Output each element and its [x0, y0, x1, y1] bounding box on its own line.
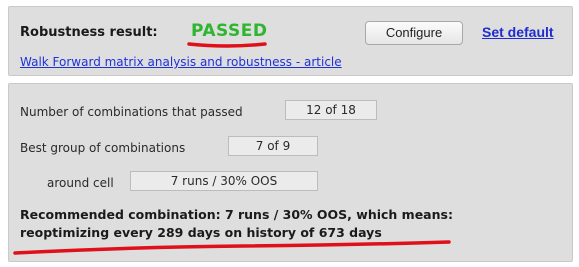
robustness-stats-panel: Number of combinations that passed 12 of… — [8, 83, 573, 262]
robustness-status-badge: PASSED — [191, 21, 268, 41]
recommendation-line-2: reoptimizing every 289 days on history o… — [20, 225, 382, 240]
passed-underline-annotation — [187, 42, 267, 48]
around-cell-label: around cell — [47, 176, 114, 190]
configure-button[interactable]: Configure — [365, 21, 463, 45]
robustness-result-panel: Robustness result: PASSED Configure Set … — [8, 6, 573, 76]
walk-forward-article-link[interactable]: Walk Forward matrix analysis and robustn… — [20, 55, 342, 69]
best-group-label: Best group of combinations — [20, 141, 186, 155]
recommendation-underline-annotation — [13, 240, 451, 255]
robustness-result-label: Robustness result: — [20, 25, 158, 40]
around-cell-value: 7 runs / 30% OOS — [130, 171, 318, 191]
set-default-link[interactable]: Set default — [482, 24, 554, 40]
recommendation-line-1: Recommended combination: 7 runs / 30% OO… — [20, 207, 453, 222]
best-group-value: 7 of 9 — [228, 136, 318, 156]
combinations-passed-value: 12 of 18 — [285, 100, 377, 120]
combinations-passed-label: Number of combinations that passed — [20, 105, 243, 119]
